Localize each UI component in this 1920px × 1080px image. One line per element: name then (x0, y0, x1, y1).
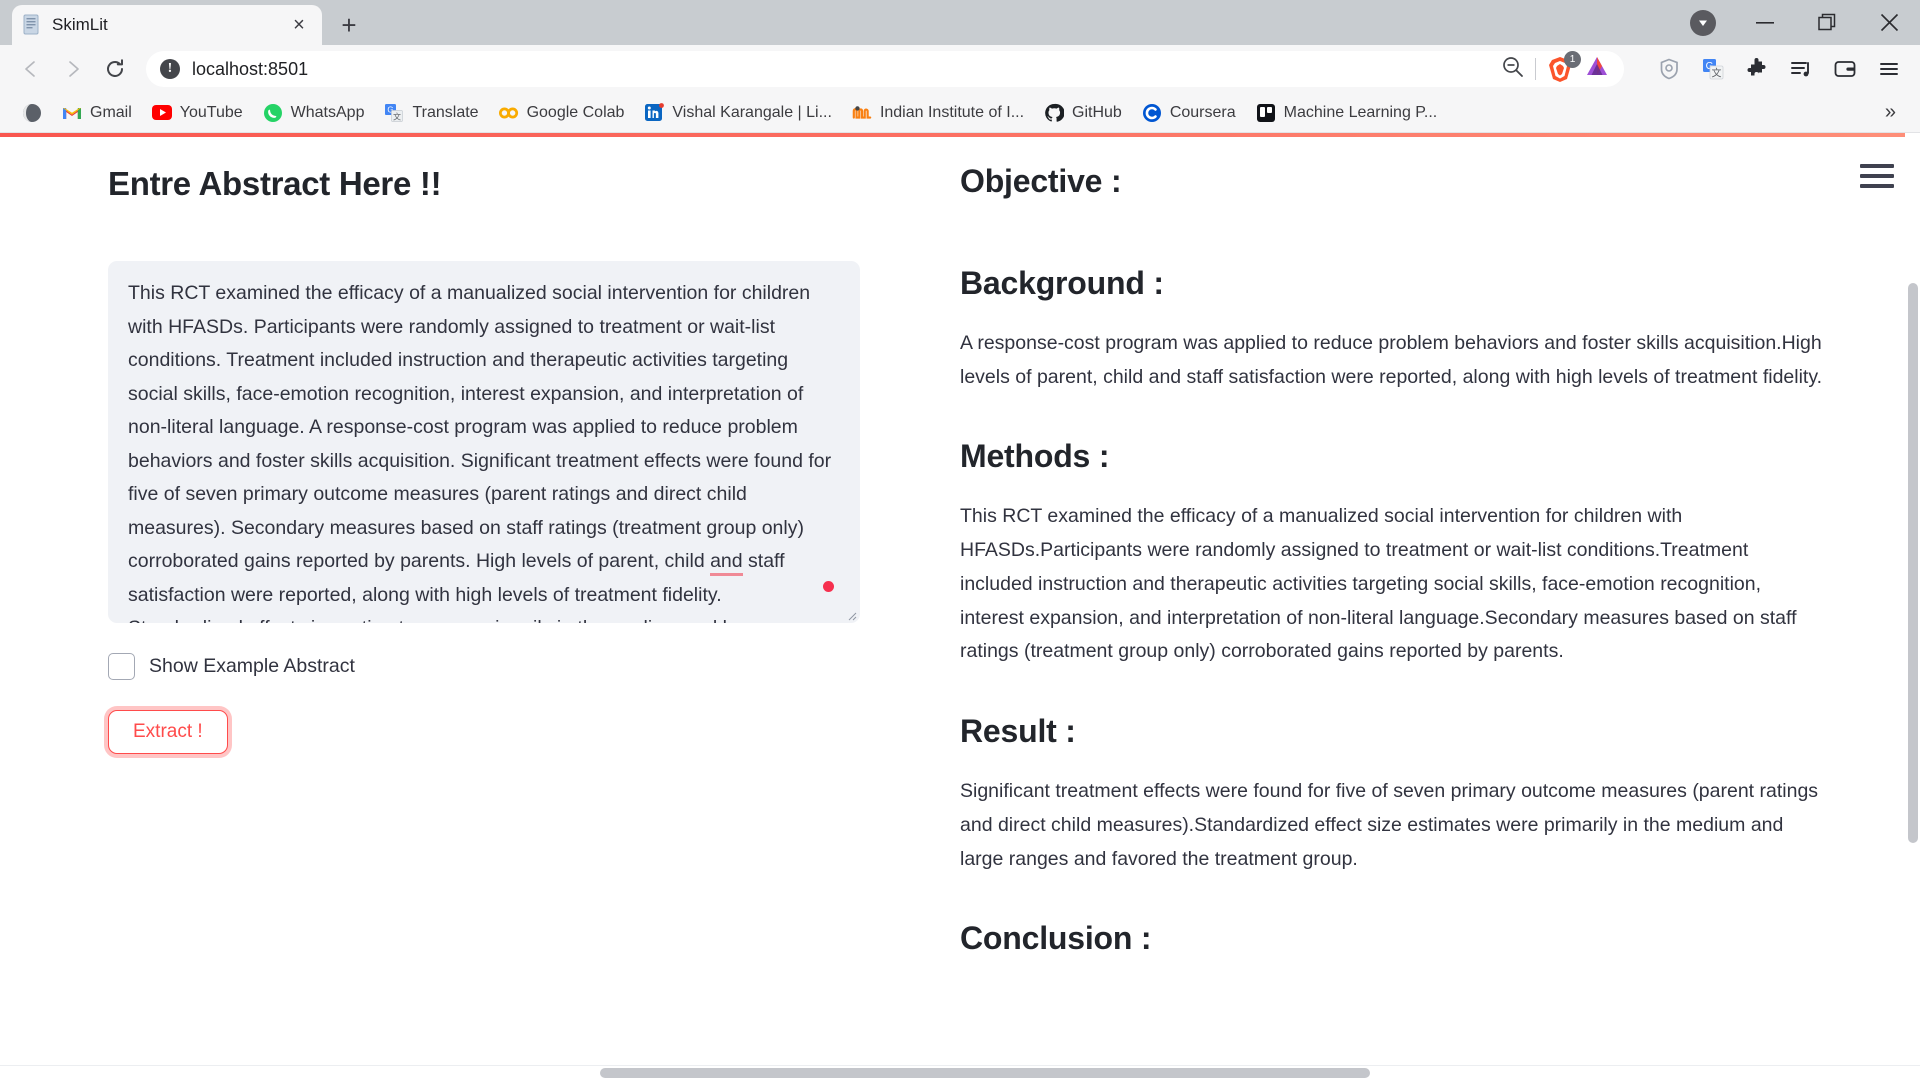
zoom-out-icon[interactable] (1501, 55, 1525, 84)
abstract-textarea[interactable]: This RCT examined the efficacy of a manu… (108, 261, 860, 623)
playlist-icon[interactable] (1782, 50, 1820, 88)
google-translate-icon[interactable]: G 文 (1694, 50, 1732, 88)
bookmark-label: GitHub (1072, 103, 1122, 121)
gmail-icon (62, 103, 82, 123)
minimize-button[interactable] (1734, 0, 1796, 45)
tab-title: SkimLit (52, 15, 108, 34)
bookmark-label: Indian Institute of I... (879, 103, 1025, 121)
moodle-icon (852, 103, 872, 123)
window-close-button[interactable] (1858, 0, 1920, 45)
google-translate-icon: G 文 (384, 103, 404, 123)
bookmark-item-coursera[interactable]: Coursera (1134, 99, 1244, 127)
bookmark-item-indian-institute[interactable]: Indian Institute of I... (844, 99, 1032, 127)
linkedin-icon (644, 102, 665, 123)
bookmark-item-youtube[interactable]: YouTube (144, 99, 251, 127)
bookmark-label: Coursera (1169, 103, 1236, 121)
bookmarks-bar: Gmail YouTube WhatsApp G 文 Translate Goo… (0, 93, 1920, 133)
bookmark-item-whatsapp[interactable]: WhatsApp (255, 99, 373, 127)
browser-title-bar: SkimLit × + (0, 0, 1920, 45)
bookmark-item-gmail[interactable]: Gmail (54, 99, 140, 127)
section-body-methods: This RCT examined the efficacy of a manu… (960, 505, 1797, 663)
section-heading-methods: Methods : (960, 438, 1110, 475)
abstract-text-before: This RCT examined the efficacy of a manu… (128, 282, 837, 573)
section-heading-result: Result : (960, 713, 1076, 750)
bookmark-item-linkedin[interactable]: Vishal Karangale | Li... (636, 99, 840, 127)
show-example-checkbox[interactable] (108, 653, 135, 680)
github-icon (1044, 103, 1065, 123)
right-column: Objective : Background : A response-cost… (900, 137, 1920, 1080)
url-text: localhost:8501 (192, 58, 309, 79)
bookmark-item-brave[interactable] (14, 99, 50, 127)
section-heading-objective: Objective : (960, 163, 1122, 199)
page-title: Entre Abstract Here !! (108, 165, 442, 202)
close-icon[interactable]: × (286, 12, 312, 38)
youtube-icon (151, 103, 172, 123)
document-icon (22, 14, 42, 36)
app-menu-icon[interactable] (1870, 50, 1908, 88)
vpn-shield-icon[interactable] (1650, 50, 1688, 88)
show-example-label: Show Example Abstract (149, 655, 355, 677)
window-controls (1672, 0, 1920, 45)
bookmark-label: Google Colab (526, 103, 625, 121)
coursera-icon (1142, 103, 1162, 123)
maximize-button[interactable] (1796, 0, 1858, 45)
streamlit-app: Entre Abstract Here !! This RCT examined… (0, 137, 1920, 1080)
abstract-text: This RCT examined the efficacy of a manu… (128, 277, 838, 623)
bookmark-label: Translate (412, 103, 479, 121)
bookmark-label: YouTube (179, 103, 243, 121)
hamburger-menu-icon[interactable] (1860, 161, 1894, 191)
bookmark-item-translate[interactable]: G 文 Translate (376, 99, 486, 127)
unsaved-changes-dot (823, 581, 834, 592)
reload-button[interactable] (96, 50, 134, 88)
trello-icon (1256, 103, 1276, 123)
bookmark-label: Gmail (90, 103, 132, 121)
whatsapp-icon (263, 103, 283, 123)
site-info-icon[interactable]: ! (160, 59, 180, 79)
extensions-puzzle-icon[interactable] (1738, 50, 1776, 88)
toolbar-right-icons: G 文 (1650, 50, 1908, 88)
horizontal-scrollbar[interactable] (0, 1065, 1920, 1080)
extract-button[interactable]: Extract ! (108, 710, 228, 754)
web-page: Entre Abstract Here !! This RCT examined… (0, 133, 1920, 1080)
horizontal-scrollbar-thumb[interactable] (600, 1068, 1370, 1078)
vertical-scrollbar-thumb[interactable] (1908, 283, 1918, 843)
textarea-resize-handle[interactable] (845, 609, 857, 621)
show-example-checkbox-row[interactable]: Show Example Abstract (108, 653, 860, 680)
new-tab-button[interactable]: + (332, 8, 366, 42)
section-heading-conclusion: Conclusion : (960, 920, 1152, 957)
bookmark-item-github[interactable]: GitHub (1036, 99, 1130, 127)
bookmark-label: WhatsApp (290, 103, 365, 121)
colab-icon (498, 103, 519, 123)
bookmark-label: Machine Learning P... (1283, 103, 1438, 121)
svg-text:文: 文 (1712, 67, 1722, 80)
back-button[interactable] (12, 50, 50, 88)
svg-text:文: 文 (393, 111, 401, 121)
shield-block-count: 1 (1564, 51, 1581, 68)
spellcheck-word: and (710, 550, 743, 577)
vertical-scrollbar[interactable] (1905, 133, 1920, 1080)
wallet-icon[interactable] (1826, 50, 1864, 88)
bookmark-label: Vishal Karangale | Li... (672, 103, 832, 121)
bookmark-item-google-colab[interactable]: Google Colab (491, 99, 633, 127)
section-body-background: A response-cost program was applied to r… (960, 332, 1823, 388)
downloads-icon[interactable] (1672, 0, 1734, 45)
left-column: Entre Abstract Here !! This RCT examined… (0, 137, 900, 1080)
bookmark-item-machine-learning[interactable]: Machine Learning P... (1248, 99, 1446, 127)
forward-button[interactable] (54, 50, 92, 88)
address-bar[interactable]: ! localhost:8501 1 (146, 51, 1624, 87)
bookmarks-overflow-button[interactable]: » (1875, 99, 1906, 126)
section-body-result: Significant treatment effects were found… (960, 780, 1819, 870)
browser-toolbar: ! localhost:8501 1 G 文 (0, 45, 1920, 93)
brave-rewards-icon[interactable] (1584, 54, 1610, 85)
section-heading-background: Background : (960, 265, 1164, 301)
brave-shields-icon[interactable]: 1 (1546, 51, 1581, 83)
browser-tab[interactable]: SkimLit × (12, 5, 322, 45)
brave-globe-icon (22, 103, 42, 123)
toolbar-divider (1535, 58, 1536, 80)
